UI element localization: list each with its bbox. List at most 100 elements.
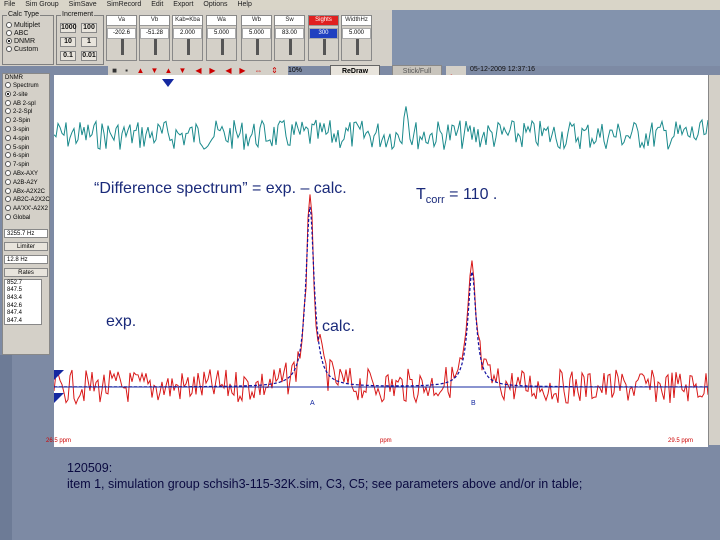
dnmr-2-site[interactable]: 2-site [3,90,49,100]
dnmr-global[interactable]: Global [3,213,49,223]
menu-file[interactable]: File [4,1,15,8]
position-marker-icon[interactable] [162,79,174,87]
dnmr-aaxx-a2x2[interactable]: AA'XX'-A2X2 [3,205,49,214]
param-value[interactable]: -51.28 [140,28,169,39]
dnmr-abx-axy[interactable]: ABx-AXY [3,169,49,179]
calc-type-abc[interactable]: ABC [6,30,40,38]
vertical-scrollbar[interactable] [708,75,720,445]
param-value[interactable]: 2.000 [173,28,202,39]
param-value[interactable]: 5.000 [207,28,236,39]
contract-icon[interactable]: ⇕ [270,66,279,75]
calc-type-dnmr[interactable]: DNMR [6,38,40,46]
slider-handle[interactable] [121,39,124,55]
left-marker-2-icon[interactable] [54,393,64,403]
dnmr-6-spin[interactable]: 6-spin [3,152,49,161]
dnmr-panel: DNMR Spectrum 2-site AB 2-spl 2-2-Spl 2-… [2,73,50,355]
param-vb[interactable]: Vb -51.28 [139,15,170,61]
menu-options[interactable]: Options [203,1,227,8]
print-icon[interactable]: ▪ [122,66,131,75]
menu-edit[interactable]: Edit [151,1,163,8]
arrow-left-2-icon[interactable]: ◀ [224,66,233,75]
list-item[interactable]: 842.6 [7,303,41,311]
rates-list[interactable]: 852.7 847.5 843.4 842.6 847.4 847.4 [4,278,42,326]
dnmr-ab-2spl[interactable]: AB 2-spl [3,99,49,109]
dnmr-5-spin[interactable]: 5-spin [3,143,49,153]
axis-right-label: 29.5 ppm [668,438,694,444]
param-va[interactable]: Va -202.6 [106,15,137,61]
slider-handle[interactable] [154,39,157,55]
arrow-up-icon[interactable]: ▲ [136,66,145,75]
list-item[interactable]: 847.4 [7,310,41,318]
increment-1-button[interactable]: 1 [81,37,97,47]
left-edge-strip [0,355,12,540]
arrow-right-2-icon[interactable]: ▶ [238,66,247,75]
radio-icon [5,134,11,141]
arrow-left-icon[interactable]: ◀ [194,66,203,75]
menu-export[interactable]: Export [173,1,193,8]
param-wa[interactable]: Wa 5.000 [206,15,237,61]
increment-100-button[interactable]: 100 [81,23,97,33]
spectrum-canvas[interactable]: A B [54,75,708,445]
dnmr-4-spin[interactable]: 4-spin [3,134,49,144]
slider-handle[interactable] [356,39,359,55]
param-value[interactable]: 300 [309,28,338,39]
calc-type-custom[interactable]: Custom [6,46,40,54]
dnmr-a2b-a2y[interactable]: A2B-A2Y [3,178,49,188]
param-kab[interactable]: Kab=Kba 2.000 [172,15,203,61]
arrow-down-2-icon[interactable]: ▼ [178,66,187,75]
arrow-down-icon[interactable]: ▼ [150,66,159,75]
width-field[interactable]: 12.8 Hz [4,254,48,264]
increment-1000-button[interactable]: 1000 [60,23,77,33]
radio-label: 3-spin [13,126,30,133]
increment-10-button[interactable]: 10 [60,37,76,47]
param-sw[interactable]: Sw 83.00 [274,15,305,61]
rates-button[interactable]: Rates [4,267,48,277]
param-label: Wa [207,16,236,26]
arrow-up-2-icon[interactable]: ▲ [164,66,173,75]
axis-mid-label: ppm [380,438,392,444]
param-value[interactable]: 5.000 [242,28,271,39]
mode-buttons[interactable]: ◀▶ [446,66,466,81]
slider-handle[interactable] [187,39,190,55]
slider-handle[interactable] [289,39,292,55]
menu-sim-save[interactable]: SimSave [69,1,97,8]
increment-0.1-button[interactable]: 0.1 [60,51,76,61]
limiter-button[interactable]: Limiter [4,241,48,251]
slider-handle[interactable] [221,39,224,55]
param-wb[interactable]: Wb 5.000 [241,15,272,61]
radio-label: 6-spin [13,153,30,160]
frequency-field[interactable]: 3255.7 Hz [4,228,48,238]
radio-icon [5,99,11,106]
param-value[interactable]: 5.000 [342,28,371,39]
save-icon[interactable]: ■ [110,66,119,75]
expand-icon[interactable]: ⇔ [254,66,263,75]
slider-handle[interactable] [256,39,259,55]
dnmr-2-2-spl[interactable]: 2-2-Spl [3,108,49,117]
list-item[interactable]: 847.4 [7,318,41,326]
dnmr-abx-a2x2c[interactable]: ABx-A2X2C [3,187,49,197]
param-value[interactable]: -202.6 [107,28,136,39]
menu-sim-group[interactable]: Sim Group [25,1,58,8]
dnmr-7-spin[interactable]: 7-spin [3,161,49,170]
timestamp: 05-12-2009 12:37:16 [470,66,535,73]
difference-spectrum-trace [54,106,708,151]
list-item[interactable]: 843.4 [7,295,41,303]
radio-icon [5,178,11,185]
radio-label: Multiplet [14,22,41,29]
dnmr-ab2c-a2x2c[interactable]: AB2C-A2X2C [3,196,50,205]
list-item[interactable]: 847.5 [7,287,41,295]
param-widthhz[interactable]: WidthHz 5.000 [341,15,372,61]
slider-handle[interactable] [323,39,326,55]
dnmr-3-spin[interactable]: 3-spin [3,125,49,135]
arrow-right-icon[interactable]: ▶ [208,66,217,75]
menu-sim-record[interactable]: SimRecord [107,1,142,8]
list-item[interactable]: 852.7 [7,280,41,288]
calc-type-multiplet[interactable]: Multiplet [6,22,40,30]
param-sights[interactable]: Sights 300 [308,15,339,61]
dnmr-spectrum[interactable]: Spectrum [3,82,49,91]
radio-label: ABC [14,30,29,37]
param-value[interactable]: 83.00 [275,28,304,39]
increment-0.01-button[interactable]: 0.01 [81,51,97,61]
menu-help[interactable]: Help [237,1,251,8]
dnmr-2-spin[interactable]: 2-Spin [3,117,49,126]
